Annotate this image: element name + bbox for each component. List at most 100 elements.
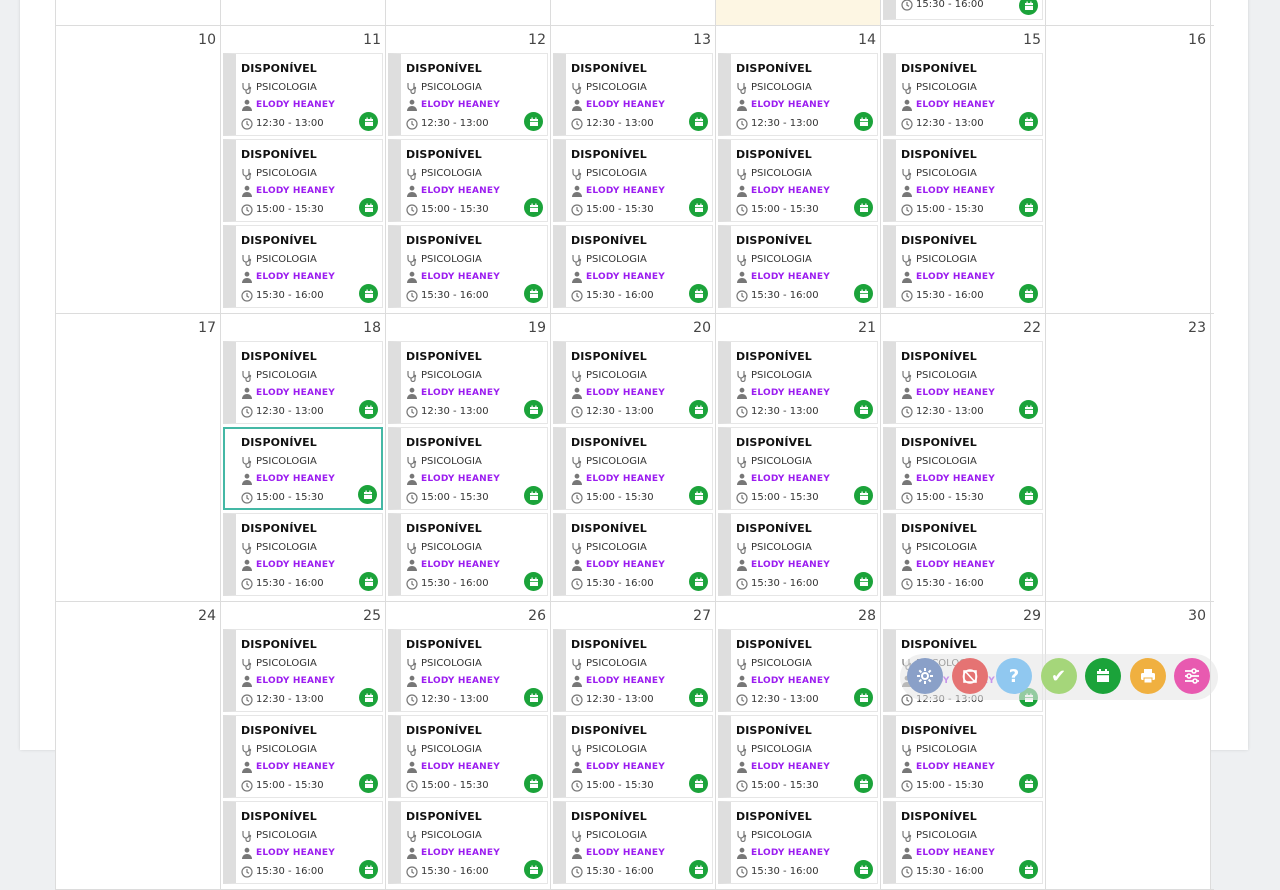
book-slot-button[interactable]	[1019, 0, 1038, 15]
calendar-day[interactable]: 15:30 - 16:00	[881, 0, 1046, 25]
calendar-day[interactable]: 11 DISPONÍVEL PSICOLOGIA ELODY HEANEY 12…	[221, 26, 386, 313]
cancel-schedule-button[interactable]	[951, 658, 988, 694]
calendar-day[interactable]: 14 DISPONÍVEL PSICOLOGIA ELODY HEANEY 12…	[716, 26, 881, 313]
calendar-day[interactable]	[1046, 0, 1211, 25]
appointment-slot[interactable]: DISPONÍVEL PSICOLOGIA ELODY HEANEY 15:00…	[223, 715, 383, 798]
appointment-slot[interactable]: DISPONÍVEL PSICOLOGIA ELODY HEANEY 12:30…	[223, 53, 383, 136]
book-slot-button[interactable]	[359, 284, 378, 303]
appointment-slot[interactable]: DISPONÍVEL PSICOLOGIA ELODY HEANEY 12:30…	[718, 629, 878, 712]
calendar-day[interactable]: 20 DISPONÍVEL PSICOLOGIA ELODY HEANEY 12…	[551, 314, 716, 601]
book-slot-button[interactable]	[689, 688, 708, 707]
appointment-slot[interactable]: DISPONÍVEL PSICOLOGIA ELODY HEANEY 12:30…	[718, 341, 878, 424]
appointment-slot[interactable]: DISPONÍVEL PSICOLOGIA ELODY HEANEY 15:00…	[388, 715, 548, 798]
appointment-slot[interactable]: DISPONÍVEL PSICOLOGIA ELODY HEANEY 15:00…	[718, 427, 878, 510]
book-slot-button[interactable]	[1019, 284, 1038, 303]
appointment-slot[interactable]: DISPONÍVEL PSICOLOGIA ELODY HEANEY 15:00…	[388, 139, 548, 222]
calendar-day[interactable]: 28 DISPONÍVEL PSICOLOGIA ELODY HEANEY 12…	[716, 602, 881, 889]
calendar-day[interactable]	[386, 0, 551, 25]
appointment-slot[interactable]: DISPONÍVEL PSICOLOGIA ELODY HEANEY 15:30…	[553, 801, 713, 884]
calendar-day[interactable]: 26 DISPONÍVEL PSICOLOGIA ELODY HEANEY 12…	[386, 602, 551, 889]
book-slot-button[interactable]	[359, 572, 378, 591]
appointment-slot[interactable]: DISPONÍVEL PSICOLOGIA ELODY HEANEY 15:00…	[553, 139, 713, 222]
confirm-button[interactable]: ✔	[1040, 658, 1077, 694]
book-slot-button[interactable]	[689, 284, 708, 303]
appointment-slot[interactable]: DISPONÍVEL PSICOLOGIA ELODY HEANEY 15:30…	[553, 225, 713, 308]
calendar-day[interactable]: 23	[1046, 314, 1211, 601]
book-slot-button[interactable]	[854, 112, 873, 131]
calendar-day[interactable]: 21 DISPONÍVEL PSICOLOGIA ELODY HEANEY 12…	[716, 314, 881, 601]
appointment-slot[interactable]: DISPONÍVEL PSICOLOGIA ELODY HEANEY 12:30…	[883, 341, 1043, 424]
appointment-slot[interactable]: DISPONÍVEL PSICOLOGIA ELODY HEANEY 12:30…	[388, 53, 548, 136]
book-slot-button[interactable]	[359, 112, 378, 131]
book-slot-button[interactable]	[689, 860, 708, 879]
calendar-day[interactable]	[551, 0, 716, 25]
book-slot-button[interactable]	[1019, 572, 1038, 591]
appointment-slot[interactable]: DISPONÍVEL PSICOLOGIA ELODY HEANEY 15:00…	[718, 139, 878, 222]
calendar-day[interactable]: 25 DISPONÍVEL PSICOLOGIA ELODY HEANEY 12…	[221, 602, 386, 889]
calendar-button[interactable]	[1085, 658, 1121, 694]
calendar-day[interactable]: 27 DISPONÍVEL PSICOLOGIA ELODY HEANEY 12…	[551, 602, 716, 889]
appointment-slot[interactable]: DISPONÍVEL PSICOLOGIA ELODY HEANEY 15:00…	[883, 715, 1043, 798]
calendar-day[interactable]: 10	[56, 26, 221, 313]
appointment-slot[interactable]: DISPONÍVEL PSICOLOGIA ELODY HEANEY 15:30…	[223, 513, 383, 596]
appointment-slot[interactable]: DISPONÍVEL PSICOLOGIA ELODY HEANEY 12:30…	[223, 341, 383, 424]
book-slot-button[interactable]	[854, 688, 873, 707]
appointment-slot[interactable]: DISPONÍVEL PSICOLOGIA ELODY HEANEY 15:30…	[883, 225, 1043, 308]
calendar-day[interactable]: 22 DISPONÍVEL PSICOLOGIA ELODY HEANEY 12…	[881, 314, 1046, 601]
calendar-day[interactable]: 15 DISPONÍVEL PSICOLOGIA ELODY HEANEY 12…	[881, 26, 1046, 313]
calendar-day[interactable]: 13 DISPONÍVEL PSICOLOGIA ELODY HEANEY 12…	[551, 26, 716, 313]
book-slot-button[interactable]	[524, 112, 543, 131]
calendar-day[interactable]: 24	[56, 602, 221, 889]
appointment-slot[interactable]: DISPONÍVEL PSICOLOGIA ELODY HEANEY 15:00…	[223, 427, 383, 510]
calendar-day[interactable]	[221, 0, 386, 25]
book-slot-button[interactable]	[689, 400, 708, 419]
book-slot-button[interactable]	[689, 572, 708, 591]
appointment-slot[interactable]: DISPONÍVEL PSICOLOGIA ELODY HEANEY 15:30…	[718, 801, 878, 884]
book-slot-button[interactable]	[689, 112, 708, 131]
calendar-day[interactable]: 29 DISPONÍVEL PSICOLOGIA ELODY HEANEY 12…	[881, 602, 1046, 889]
appointment-slot[interactable]: DISPONÍVEL PSICOLOGIA ELODY HEANEY 15:30…	[553, 513, 713, 596]
calendar-day-today[interactable]	[716, 0, 881, 25]
book-slot-button[interactable]	[1019, 486, 1038, 505]
appointment-slot[interactable]: 15:30 - 16:00	[883, 0, 1043, 20]
calendar-day[interactable]	[56, 0, 221, 25]
book-slot-button[interactable]	[359, 688, 378, 707]
book-slot-button[interactable]	[854, 860, 873, 879]
appointment-slot[interactable]: DISPONÍVEL PSICOLOGIA ELODY HEANEY 15:30…	[223, 801, 383, 884]
appointment-slot[interactable]: DISPONÍVEL PSICOLOGIA ELODY HEANEY 15:30…	[883, 513, 1043, 596]
book-slot-button[interactable]	[359, 198, 378, 217]
appointment-slot[interactable]: DISPONÍVEL PSICOLOGIA ELODY HEANEY 15:30…	[388, 225, 548, 308]
appointment-slot[interactable]: DISPONÍVEL PSICOLOGIA ELODY HEANEY 15:30…	[388, 801, 548, 884]
book-slot-button[interactable]	[524, 774, 543, 793]
book-slot-button[interactable]	[1019, 774, 1038, 793]
help-button[interactable]: ?	[996, 658, 1032, 694]
book-slot-button[interactable]	[1019, 400, 1038, 419]
appointment-slot[interactable]: DISPONÍVEL PSICOLOGIA ELODY HEANEY 12:30…	[553, 341, 713, 424]
appointment-slot[interactable]: DISPONÍVEL PSICOLOGIA ELODY HEANEY 12:30…	[388, 629, 548, 712]
filter-button[interactable]	[1174, 658, 1210, 694]
appointment-slot[interactable]: DISPONÍVEL PSICOLOGIA ELODY HEANEY 15:00…	[553, 427, 713, 510]
book-slot-button[interactable]	[358, 485, 377, 504]
calendar-day[interactable]: 18 DISPONÍVEL PSICOLOGIA ELODY HEANEY 12…	[221, 314, 386, 601]
book-slot-button[interactable]	[689, 198, 708, 217]
book-slot-button[interactable]	[1019, 198, 1038, 217]
book-slot-button[interactable]	[359, 400, 378, 419]
book-slot-button[interactable]	[524, 198, 543, 217]
appointment-slot[interactable]: DISPONÍVEL PSICOLOGIA ELODY HEANEY 15:30…	[388, 513, 548, 596]
appointment-slot[interactable]: DISPONÍVEL PSICOLOGIA ELODY HEANEY 15:00…	[553, 715, 713, 798]
appointment-slot[interactable]: DISPONÍVEL PSICOLOGIA ELODY HEANEY 15:00…	[223, 139, 383, 222]
book-slot-button[interactable]	[524, 400, 543, 419]
book-slot-button[interactable]	[689, 486, 708, 505]
calendar-day[interactable]: 19 DISPONÍVEL PSICOLOGIA ELODY HEANEY 12…	[386, 314, 551, 601]
book-slot-button[interactable]	[1019, 860, 1038, 879]
calendar-day[interactable]: 30	[1046, 602, 1211, 889]
calendar-day[interactable]: 16	[1046, 26, 1211, 313]
book-slot-button[interactable]	[359, 774, 378, 793]
appointment-slot[interactable]: DISPONÍVEL PSICOLOGIA ELODY HEANEY 15:30…	[223, 225, 383, 308]
calendar-day[interactable]: 12 DISPONÍVEL PSICOLOGIA ELODY HEANEY 12…	[386, 26, 551, 313]
appointment-slot[interactable]: DISPONÍVEL PSICOLOGIA ELODY HEANEY 12:30…	[553, 629, 713, 712]
settings-button[interactable]	[907, 658, 943, 694]
appointment-slot[interactable]: DISPONÍVEL PSICOLOGIA ELODY HEANEY 12:30…	[223, 629, 383, 712]
book-slot-button[interactable]	[689, 774, 708, 793]
calendar-day[interactable]: 17	[56, 314, 221, 601]
